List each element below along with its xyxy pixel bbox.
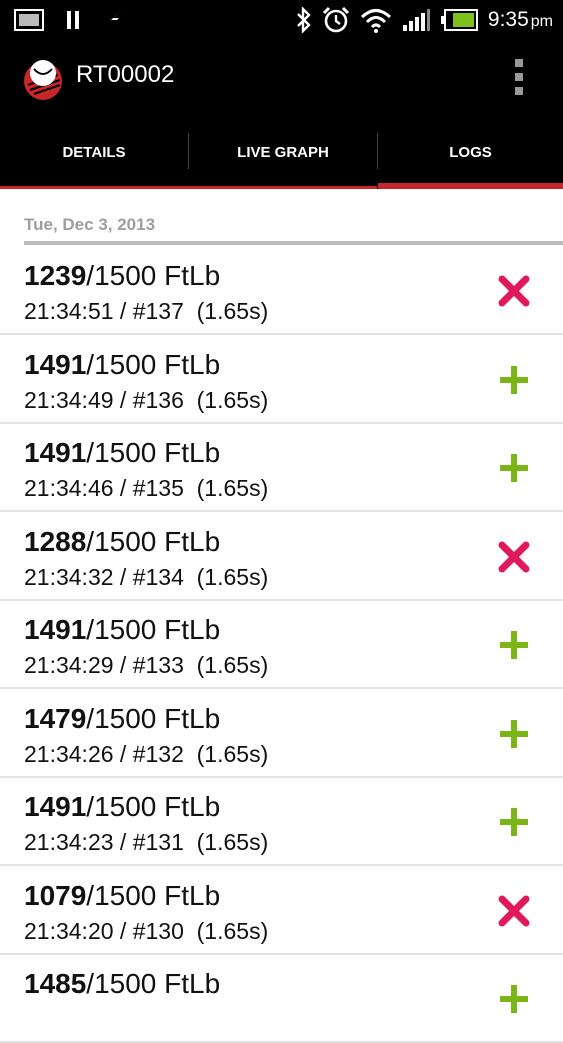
signal-icon [402,9,430,31]
fail-x-icon [498,895,530,927]
tab-details-label: DETAILS [62,143,126,161]
torque-value: 1491 [24,791,87,822]
torque-value: 1485 [24,968,87,999]
clock-time: 9:35 [487,8,529,31]
clock: 9:35 pm [488,8,553,32]
log-entry[interactable]: 1491/1500 FtLb 21:34:29 / #133 (1.65s) [0,601,563,689]
tab-live-graph[interactable]: LIVE GRAPH [189,115,377,189]
screenshot-icon [14,9,44,31]
log-meta: 21:34:32 / #134 (1.65s) [24,564,269,590]
pause-icon [67,11,79,29]
date-divider [24,241,563,245]
log-entry[interactable]: 1239/1500 FtLb 21:34:51 / #137 (1.65s) [0,247,563,335]
log-entry[interactable]: 1491/1500 FtLb 21:34:46 / #135 (1.65s) [0,424,563,512]
log-entry[interactable]: 1288/1500 FtLb 21:34:32 / #134 (1.65s) [0,513,563,601]
fail-x-icon [498,541,530,573]
tab-logs[interactable]: LOGS [378,115,563,189]
torque-value: 1491 [24,349,87,380]
tab-underline [0,186,377,189]
torque-reading: 1239/1500 FtLb [24,260,220,292]
pass-plus-icon [500,454,528,482]
log-meta: 21:34:23 / #131 (1.65s) [24,829,269,855]
tab-selected-indicator [378,183,563,189]
torque-reading: 1491/1500 FtLb [24,791,220,823]
clock-ampm: pm [530,13,553,30]
log-entry[interactable]: 1491/1500 FtLb 21:34:23 / #131 (1.65s) [0,778,563,866]
torque-value: 1079 [24,880,87,911]
bluetooth-icon [297,7,311,33]
fail-x-icon [498,275,530,307]
torque-target: /1500 FtLb [86,880,221,911]
torque-target: /1500 FtLb [86,260,221,291]
torque-reading: 1491/1500 FtLb [24,614,220,646]
log-meta: 21:34:51 / #137 (1.65s) [24,298,269,324]
torque-target: /1500 FtLb [86,349,221,380]
alarm-icon [322,6,349,33]
lightning-icon [105,8,124,32]
torque-reading: 1288/1500 FtLb [24,526,220,558]
log-entry[interactable]: 1479/1500 FtLb 21:34:26 / #132 (1.65s) [0,690,563,778]
torque-target: /1500 FtLb [86,791,221,822]
log-meta: 21:34:29 / #133 (1.65s) [24,652,269,678]
pass-plus-icon [500,720,528,748]
log-entry[interactable]: 1485/1500 FtLb [0,955,563,1043]
torque-reading: 1479/1500 FtLb [24,703,220,735]
log-entry[interactable]: 1491/1500 FtLb 21:34:49 / #136 (1.65s) [0,336,563,424]
torque-reading: 1485/1500 FtLb [24,968,220,1000]
torque-value: 1479 [24,703,87,734]
torque-target: /1500 FtLb [86,437,221,468]
tab-logs-label: LOGS [449,143,492,161]
torque-target: /1500 FtLb [86,526,221,557]
torque-reading: 1491/1500 FtLb [24,349,220,381]
date-header: Tue, Dec 3, 2013 [24,215,156,234]
pass-plus-icon [500,366,528,394]
tab-bar: DETAILS LIVE GRAPH LOGS [0,115,563,189]
log-entry[interactable]: 1079/1500 FtLb 21:34:20 / #130 (1.65s) [0,867,563,955]
torque-reading: 1079/1500 FtLb [24,880,220,912]
tab-details[interactable]: DETAILS [0,115,188,189]
wifi-icon [360,9,391,33]
torque-value: 1491 [24,437,87,468]
pass-plus-icon [500,985,528,1013]
torque-value: 1288 [24,526,87,557]
torque-target: /1500 FtLb [86,614,221,645]
battery-icon [440,9,478,31]
torque-reading: 1491/1500 FtLb [24,437,220,469]
status-bar: 9:35 pm [0,0,563,39]
app-bar: RT00002 [0,39,563,115]
app-logo[interactable] [18,53,68,103]
app-title: RT00002 [76,61,175,88]
torque-target: /1500 FtLb [86,968,221,999]
log-meta: 21:34:46 / #135 (1.65s) [24,475,269,501]
pass-plus-icon [500,808,528,836]
pass-plus-icon [500,631,528,659]
overflow-menu-icon[interactable] [506,59,532,95]
log-meta: 21:34:49 / #136 (1.65s) [24,387,269,413]
tab-live-graph-label: LIVE GRAPH [237,143,329,161]
torque-target: /1500 FtLb [86,703,221,734]
torque-value: 1239 [24,260,87,291]
log-meta: 21:34:20 / #130 (1.65s) [24,918,269,944]
log-meta: 21:34:26 / #132 (1.65s) [24,741,269,767]
torque-value: 1491 [24,614,87,645]
